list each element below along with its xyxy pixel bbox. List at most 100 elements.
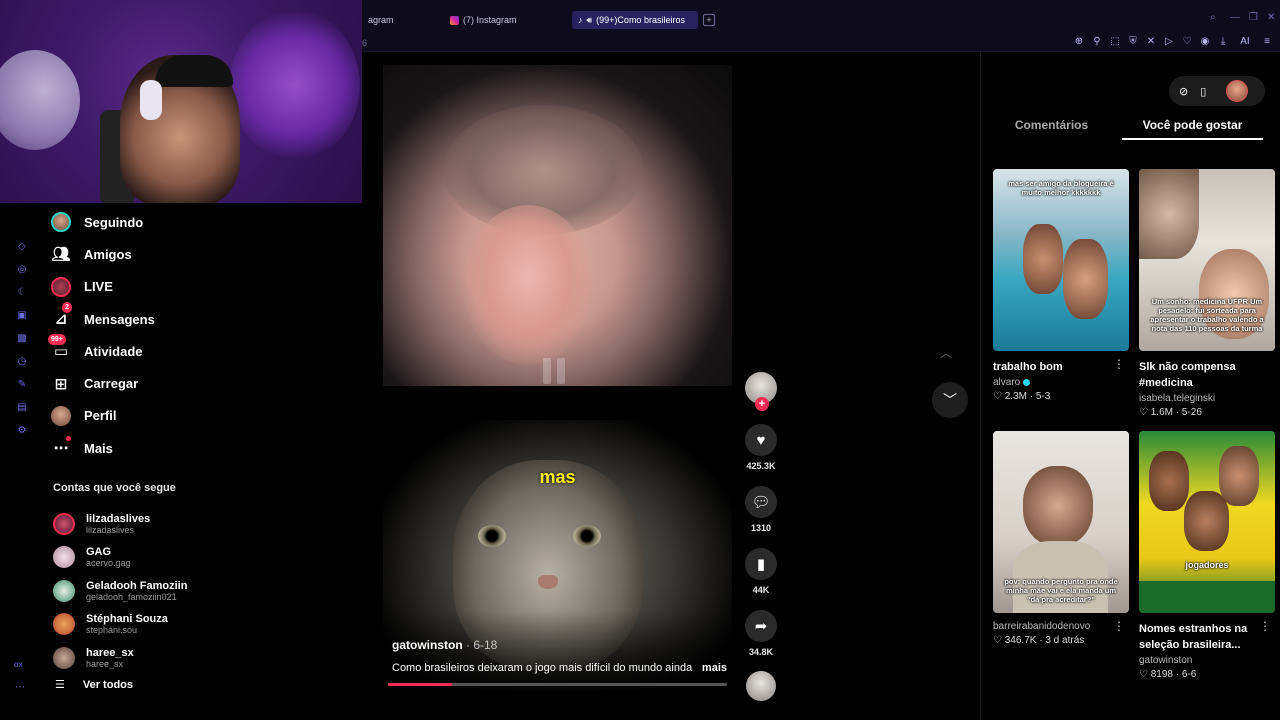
pin-icon[interactable]: ⚲ — [1092, 36, 1102, 47]
friends-icon: 👥︎ — [51, 246, 71, 264]
author-name: gatowinston — [392, 638, 463, 652]
comment-icon[interactable]: 💬︎ — [745, 486, 777, 518]
maximize-icon[interactable]: ❐ — [1249, 12, 1258, 23]
follow-plus-icon[interactable]: + — [755, 397, 769, 411]
speaker-icon: 🔊︎ — [586, 14, 593, 25]
music-disc[interactable] — [746, 671, 776, 701]
more-icon: ⋯ — [50, 436, 72, 459]
heart-icon[interactable]: ♡ — [1182, 36, 1192, 47]
video-card[interactable]: jogadores Nomes estranhos na seleção bra… — [1139, 431, 1275, 680]
moon-icon[interactable]: ☾ — [16, 286, 28, 298]
more-options-icon[interactable]: ⋮ — [1259, 619, 1271, 633]
next-video-button[interactable]: ﹀ — [932, 382, 968, 418]
toolbar-icons: ⊕ ⚲ ⬚ ⛨ ✕ ▷ ♡ ◉ ⤓ AI ≡ — [1074, 36, 1272, 47]
sidebar-item-label: LIVE — [84, 279, 113, 295]
comment-action[interactable]: 💬︎ 1310 — [745, 486, 777, 533]
more-dots-icon[interactable]: ⋯ — [15, 682, 25, 693]
view-mode-toggle[interactable]: ⊘ ▯ — [1169, 76, 1265, 106]
video-thumbnail[interactable]: jogadores — [1139, 431, 1275, 613]
diamond-icon[interactable]: ◇ — [16, 240, 28, 252]
notes-icon[interactable]: ✎ — [16, 378, 28, 390]
video-thumbnail[interactable]: mas ser amigo da blogueira é muito melho… — [993, 169, 1129, 351]
see-all-link[interactable]: ☰ Ver todos — [55, 678, 133, 692]
account-handle: haree_sx — [86, 658, 124, 669]
like-count: 8198 — [1150, 669, 1173, 680]
browser-sidebar-rail: ◇ ◎ ☾ ▣ ▩ ◷ ✎ ▤ ⚙ — [12, 240, 32, 436]
video-author[interactable]: gatowinston · 6-18 — [392, 638, 497, 652]
browser-tab-instagram-1[interactable]: agram — [362, 11, 422, 29]
thumbnail-caption: mas ser amigo da blogueira é muito melho… — [1008, 179, 1114, 197]
avatar — [53, 646, 75, 669]
clock-icon[interactable]: ◷ — [16, 355, 28, 367]
compass-icon[interactable]: ◎ — [16, 263, 28, 275]
creator-avatar[interactable]: + — [745, 372, 777, 411]
share-icon[interactable]: ➦ — [745, 610, 777, 642]
list-item[interactable]: haree_sx haree_sx — [53, 641, 343, 675]
sidebar-item-perfil[interactable]: Perfil — [50, 400, 350, 432]
sidebar-item-live[interactable]: LIVE — [50, 271, 350, 303]
vpn-icon[interactable]: ✕ — [1146, 36, 1156, 47]
pause-icon[interactable] — [543, 358, 565, 384]
sidebar-item-label: Perfil — [84, 408, 117, 424]
settings-icon[interactable]: ⚙ — [16, 424, 28, 436]
more-options-icon[interactable]: ⋮ — [1113, 357, 1125, 371]
chevron-down-icon: ﹀ — [943, 392, 957, 408]
previous-video-arrow-icon[interactable]: ︿ — [940, 344, 952, 361]
heart-icon[interactable]: ♥ — [745, 424, 777, 456]
video-thumbnail[interactable]: Um sonho: medicina UFPR Um pesadelo: fui… — [1139, 169, 1275, 351]
browser-tab-tiktok[interactable]: ♪ 🔊︎ (99+)Como brasileiros — [572, 11, 698, 29]
play-icon[interactable]: ▷ — [1164, 36, 1174, 47]
list-item[interactable]: Geladooh Famoziin geladooh_famoziin021 — [53, 574, 343, 608]
sidebar-item-seguindo[interactable]: Seguindo — [50, 206, 350, 238]
avatar[interactable] — [1226, 80, 1249, 102]
close-icon[interactable]: ✕ — [1267, 12, 1275, 23]
new-tab-button[interactable]: + — [703, 14, 715, 26]
save-action[interactable]: ▮ 44K — [745, 548, 777, 595]
account-name: GAG — [86, 546, 112, 559]
sidebar-item-carregar[interactable]: ⊞ Carregar — [50, 367, 350, 399]
list-item[interactable]: GAG acervo.gag — [53, 541, 343, 575]
download-icon[interactable]: ⤓ — [1218, 36, 1228, 47]
rail-label: αx — [14, 660, 23, 669]
minimize-icon[interactable]: — — [1230, 12, 1240, 23]
video-card[interactable]: mas ser amigo da blogueira é muito melho… — [993, 169, 1129, 402]
shield-icon[interactable]: ⛨ — [1128, 36, 1138, 47]
video-card[interactable]: Um sonho: medicina UFPR Um pesadelo: fui… — [1139, 169, 1275, 418]
player-icon[interactable]: ▣ — [16, 309, 28, 321]
tab-voce-pode-gostar[interactable]: Você pode gostar — [1122, 112, 1263, 140]
account-icon[interactable]: ◉ — [1200, 36, 1210, 47]
list-icon: ☰ — [55, 679, 65, 691]
list-item[interactable]: Stéphani Souza stephani.sou — [53, 608, 343, 642]
video-thumbnail[interactable]: pov: quando pergunto pra onde minha mãe … — [993, 431, 1129, 613]
more-options-icon[interactable]: ⋮ — [1113, 619, 1125, 633]
browser-tab-instagram-2[interactable]: (7) Instagram — [444, 11, 554, 29]
share-count: 34.8K — [748, 647, 774, 657]
video-progress-bar[interactable] — [388, 683, 727, 686]
phone-icon[interactable]: ▯ — [1200, 85, 1206, 98]
like-action[interactable]: ♥ 425.3K — [745, 424, 777, 471]
compass-icon[interactable]: ⊘ — [1179, 85, 1188, 98]
ai-icon[interactable]: AI — [1236, 36, 1254, 47]
list-item[interactable]: lilzadaslives lilzadaslives — [53, 507, 343, 541]
tab-comentarios[interactable]: Comentários — [981, 112, 1122, 140]
sidebar-item-mais[interactable]: ⋯ Mais — [50, 432, 350, 464]
twitch-icon[interactable]: ▩ — [16, 332, 28, 344]
video-card[interactable]: pov: quando pergunto pra onde minha mãe … — [993, 431, 1129, 646]
zoom-icon[interactable]: ⊕ — [1074, 36, 1084, 47]
sidebar-item-amigos[interactable]: 👥︎ Amigos — [50, 238, 350, 270]
video-player-previous[interactable] — [383, 65, 732, 386]
share-action[interactable]: ➦ 34.8K — [745, 610, 777, 657]
like-count: 2.3M — [1004, 391, 1027, 402]
screenshot-icon[interactable]: ⬚ — [1110, 36, 1120, 47]
sidebar-item-atividade[interactable]: ▭ 99+ Atividade — [48, 334, 350, 367]
box-icon[interactable]: ▤ — [16, 401, 28, 413]
search-icon[interactable]: ⌕ — [1210, 12, 1216, 23]
video-author: alvaro — [993, 377, 1021, 388]
bookmark-icon[interactable]: ▮ — [745, 548, 777, 580]
menu-icon[interactable]: ≡ — [1262, 36, 1272, 47]
thumbnail-caption: pov: quando pergunto pra onde minha mãe … — [1004, 577, 1118, 604]
video-title: trabalho bom — [993, 361, 1063, 373]
more-button[interactable]: mais — [702, 662, 727, 674]
sidebar-item-mensagens[interactable]: ⊿ 2 Mensagens — [50, 302, 350, 335]
heart-outline-icon: ♡ — [1139, 669, 1148, 680]
